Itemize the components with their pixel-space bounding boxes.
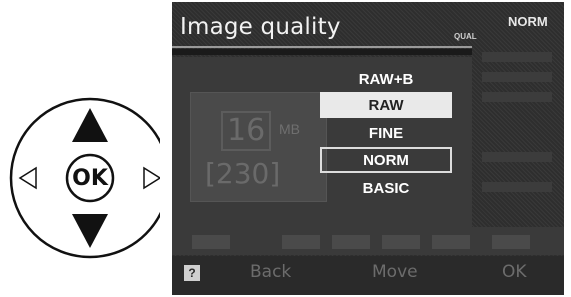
menu-title: Image quality <box>180 14 341 40</box>
title-divider-shadow <box>172 49 472 55</box>
title-divider <box>172 46 472 48</box>
info-block <box>482 152 552 162</box>
file-size-unit: MB <box>279 121 300 137</box>
shots-remaining: [230] <box>205 157 281 190</box>
option-raw-b[interactable]: RAW+B <box>320 66 452 92</box>
info-block <box>482 182 552 192</box>
setting-block <box>492 235 530 249</box>
option-basic[interactable]: BASIC <box>320 175 452 201</box>
file-size-value: 16 <box>221 111 272 151</box>
footer-move: Move <box>372 262 418 282</box>
footer-back: Back <box>250 262 292 282</box>
ok-button[interactable]: OK <box>62 158 118 198</box>
option-fine[interactable]: FINE <box>320 120 452 146</box>
footer-ok: OK <box>502 262 527 282</box>
info-block <box>482 72 552 82</box>
info-block <box>482 92 552 102</box>
multi-selector[interactable]: OK <box>0 0 160 297</box>
option-norm[interactable]: NORM <box>320 147 452 173</box>
setting-block <box>282 235 320 249</box>
info-block <box>482 52 552 62</box>
current-quality-indicator: NORM <box>508 14 548 29</box>
option-raw[interactable]: RAW <box>320 92 452 118</box>
setting-block <box>432 235 470 249</box>
file-info-panel: 16 MB [230] <box>190 92 327 202</box>
setting-block <box>382 235 420 249</box>
setting-block <box>332 235 370 249</box>
help-icon[interactable]: ? <box>184 265 200 281</box>
camera-lcd-screen: Image quality QUAL NORM 16 MB [230] RAW+… <box>172 2 564 295</box>
setting-block <box>192 235 230 249</box>
right-info-column <box>472 32 564 247</box>
